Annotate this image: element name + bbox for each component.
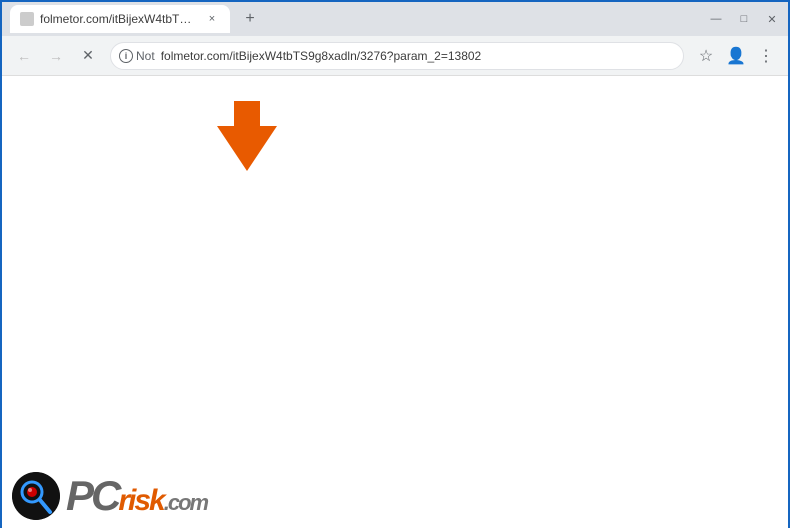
tab-close-button[interactable]: × <box>204 11 220 27</box>
window-controls: — □ ✕ <box>708 11 780 27</box>
pcrisk-pc-text: PCrisk.com <box>66 475 207 517</box>
pcrisk-logo-icon <box>12 472 60 520</box>
tab-title: folmetor.com/itBijexW4tbTS9g8... <box>40 12 198 26</box>
browser-toolbar: ← → ✕ i Not folmetor.com/itBijexW4tbTS9g… <box>2 36 788 76</box>
menu-button[interactable]: ⋮ <box>752 42 780 70</box>
tab-favicon <box>20 12 34 26</box>
security-indicator[interactable]: i Not <box>119 49 155 63</box>
toolbar-actions: ☆ 👤 ⋮ <box>692 42 780 70</box>
back-button[interactable]: ← <box>10 42 38 70</box>
arrow-annotation <box>202 96 292 181</box>
new-tab-button[interactable]: + <box>238 7 262 31</box>
info-icon: i <box>119 49 133 63</box>
title-bar: folmetor.com/itBijexW4tbTS9g8... × + — □… <box>2 2 788 36</box>
browser-tab[interactable]: folmetor.com/itBijexW4tbTS9g8... × <box>10 5 230 33</box>
profile-button[interactable]: 👤 <box>722 42 750 70</box>
maximize-button[interactable]: □ <box>736 11 752 27</box>
pcrisk-text: PCrisk.com <box>66 475 207 517</box>
pcrisk-watermark: PCrisk.com <box>12 472 207 520</box>
bookmark-button[interactable]: ☆ <box>692 42 720 70</box>
forward-button[interactable]: → <box>42 42 70 70</box>
close-window-button[interactable]: ✕ <box>764 11 780 27</box>
page-content: PCrisk.com <box>2 76 788 530</box>
address-bar[interactable]: i Not folmetor.com/itBijexW4tbTS9g8xadln… <box>110 42 684 70</box>
url-display: folmetor.com/itBijexW4tbTS9g8xadln/3276?… <box>161 49 675 63</box>
security-status-text: Not <box>136 49 155 63</box>
reload-button[interactable]: ✕ <box>74 42 102 70</box>
minimize-button[interactable]: — <box>708 11 724 27</box>
